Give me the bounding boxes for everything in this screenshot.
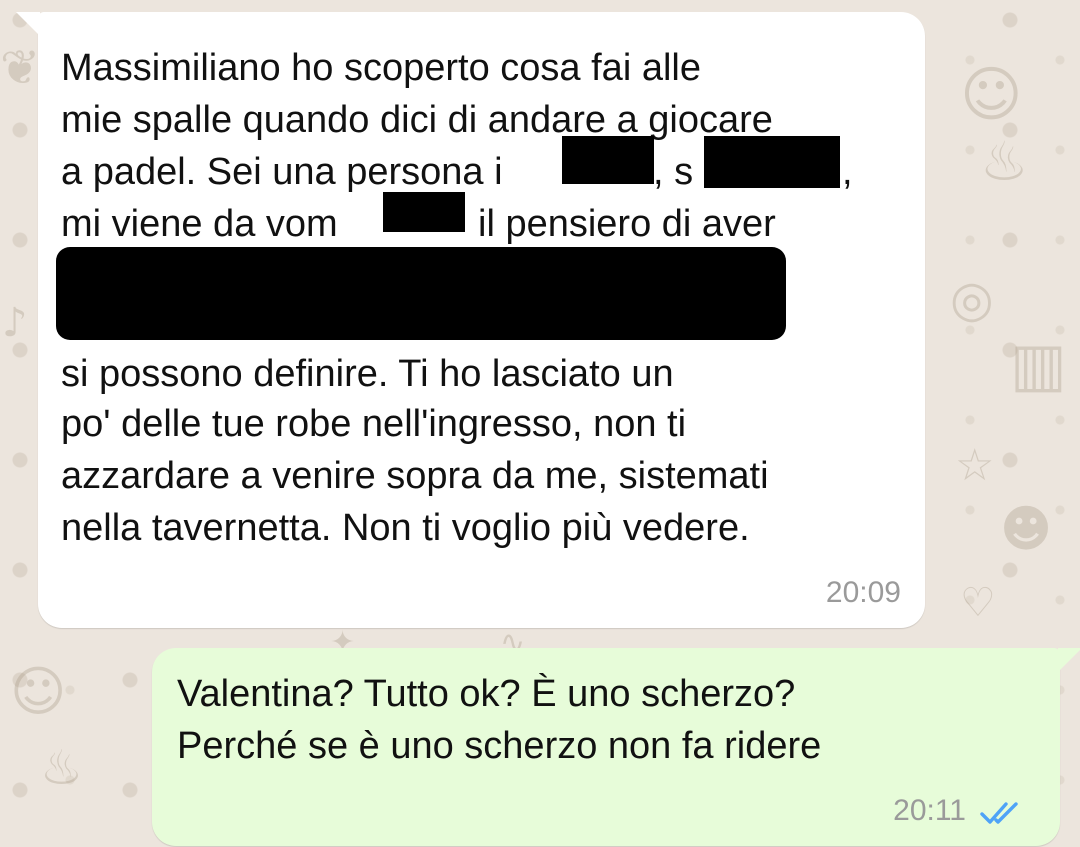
outgoing-timestamp: 20:11 bbox=[893, 794, 966, 827]
message-text-line-3: a padel. Sei una persona i bbox=[61, 151, 503, 193]
outgoing-text-line-1: Valentina? Tutto ok? È uno scherzo? bbox=[177, 673, 796, 715]
message-text-line-3b: , s bbox=[653, 151, 694, 193]
incoming-message-bubble[interactable]: Massimiliano ho scoperto cosa fai alle m… bbox=[16, 12, 925, 628]
outgoing-text-line-2: Perché se è uno scherzo non fa ridere bbox=[177, 725, 822, 767]
message-text-line-5: si possono definire. Ti ho lasciato un bbox=[61, 353, 674, 395]
double-check-read-icon bbox=[980, 802, 1018, 824]
redaction-box-3 bbox=[383, 192, 465, 232]
cake-doodle-icon-2: ♨ bbox=[40, 740, 84, 796]
leaf-doodle-icon: ❦ bbox=[0, 40, 41, 96]
incoming-timestamp: 20:09 bbox=[825, 576, 901, 609]
message-text-line-4: mi viene da vom bbox=[61, 203, 338, 245]
redaction-block-large bbox=[56, 247, 786, 340]
message-text-line-4b: il pensiero di aver bbox=[478, 203, 776, 245]
cake-doodle-icon: ♨ bbox=[980, 130, 1029, 193]
gift-doodle-icon: ▥ bbox=[1010, 330, 1067, 400]
planet-doodle-icon: ◎ bbox=[950, 270, 994, 328]
message-text-line-7: azzardare a venire sopra da me, sistemat… bbox=[61, 455, 769, 497]
star-doodle-icon: ☆ bbox=[955, 440, 995, 491]
heart-doodle-icon: ♡ bbox=[960, 580, 996, 626]
message-text-line-6: po' delle tue robe nell'ingresso, non ti bbox=[61, 403, 687, 445]
redaction-box-1 bbox=[562, 136, 654, 184]
face-doodle-icon: ☻ bbox=[1000, 500, 1053, 558]
message-text-line-8: nella tavernetta. Non ti voglio più vede… bbox=[61, 507, 750, 549]
message-text-line-3c: , bbox=[842, 151, 853, 193]
message-text-line-2: mie spalle quando dici di andare a gioca… bbox=[61, 99, 773, 141]
redaction-box-2 bbox=[704, 136, 840, 188]
cat-doodle-icon-2: ☺ bbox=[10, 660, 67, 723]
outgoing-message-bubble[interactable]: Valentina? Tutto ok? È uno scherzo? Perc… bbox=[152, 648, 1080, 846]
message-text-line-1: Massimiliano ho scoperto cosa fai alle bbox=[61, 47, 701, 89]
music-doodle-icon: ♪ bbox=[2, 300, 28, 346]
cat-doodle-icon: ☺ bbox=[960, 60, 1023, 130]
